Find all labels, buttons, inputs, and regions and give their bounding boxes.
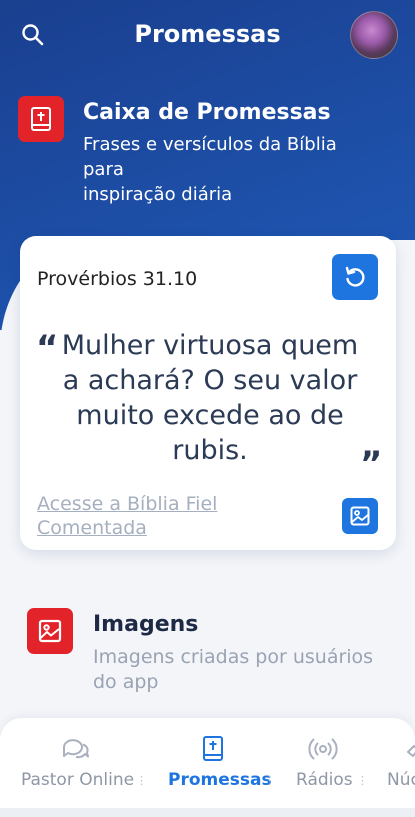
chat-icon [63,739,89,759]
section-description-line: inspiração diária [83,184,233,205]
nav-item-radios[interactable]: Rádios ⋮ [280,718,378,817]
section-description-line: para [83,159,124,180]
nav-item-promessas[interactable]: Promessas ⋮ [150,718,280,817]
section-description-line: Frases e versículos da Bíblia [83,134,337,155]
nav-item-pastor-online[interactable]: Pastor Online ⋮ [0,718,150,817]
section-title: Caixa de Promessas [83,100,331,125]
drag-handle-icon: ⋮ [136,774,147,787]
share-image-button[interactable] [342,498,378,534]
refresh-button[interactable] [332,254,378,300]
images-title: Imagens [93,612,199,637]
nav-label: Núc [387,770,415,790]
verse-card: Provérbios 31.10 “ Mulher virtuosa quem … [20,236,396,550]
avatar[interactable] [350,11,398,59]
verse-reference: Provérbios 31.10 [37,268,198,290]
image-icon [27,608,73,654]
image-icon [350,506,370,526]
nav-label: Pastor Online [21,770,135,790]
nav-label: Promessas [168,770,272,790]
refresh-icon [345,266,365,287]
quote-close: ” [360,444,383,484]
bottom-nav: Pastor Online ⋮ Promessas ⋮ Rádios ⋮ Núc [0,718,415,817]
bible-icon [203,736,223,761]
verse-text: Mulher virtuosa quem a achará? O seu val… [61,330,359,466]
radio-icon [308,738,338,760]
nav-label: Rádios [296,770,353,790]
drag-handle-icon: ⋮ [264,774,275,787]
section-description: Frases e versículos da Bíblia para inspi… [83,132,383,207]
bible-icon [18,96,64,142]
bible-link[interactable]: Acesse a Bíblia Fiel Comentada [37,492,267,540]
system-nav-bar [0,808,415,817]
nav-item-nucleos[interactable]: Núc [378,718,415,817]
images-description: Imagens criadas por usuários do app [93,646,374,693]
drag-handle-icon: ⋮ [357,774,368,787]
top-bar: Promessas [0,0,415,72]
hands-icon [407,745,415,757]
